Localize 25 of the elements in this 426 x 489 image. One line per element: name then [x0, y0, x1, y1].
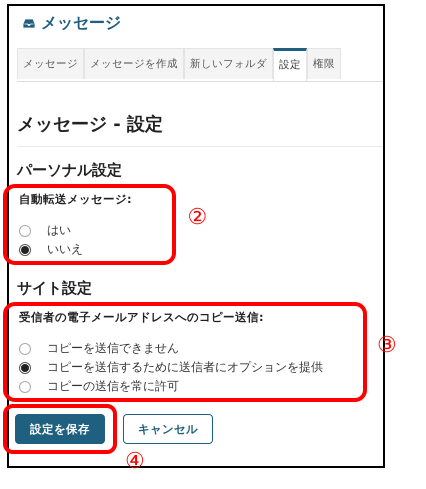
tab[interactable]: メッセージ [17, 48, 84, 79]
tab[interactable]: 設定 [273, 48, 307, 81]
inbox-icon [23, 18, 35, 28]
option-label: コピーの送信を常に許可 [47, 378, 179, 395]
field-label: 自動転送メッセージ: [19, 192, 132, 207]
tab[interactable]: 新しいフォルダ [184, 48, 273, 79]
tab[interactable]: メッセージを作成 [84, 48, 184, 79]
tab[interactable]: 権限 [307, 48, 341, 79]
radio-button[interactable] [19, 362, 31, 374]
page-heading: メッセージ - 設定 [17, 112, 383, 147]
option-label: いいえ [47, 241, 83, 258]
callout-number: ② [188, 204, 208, 230]
radio-button[interactable] [19, 342, 31, 354]
section-heading: サイト設定 [17, 279, 93, 298]
save-button[interactable]: 設定を保存 [15, 414, 105, 444]
radio-button[interactable] [19, 244, 31, 256]
radio-button[interactable] [19, 380, 31, 392]
app-title: メッセージ [41, 12, 121, 34]
option-label: コピーを送信するために送信者にオプションを提供 [47, 359, 323, 376]
section-heading: パーソナル設定 [17, 161, 123, 180]
field-label: 受信者の電子メールアドレスへのコピー送信: [19, 310, 265, 325]
cancel-button[interactable]: キャンセル [123, 414, 213, 444]
option-label: はい [47, 222, 71, 239]
option-label: コピーを送信できません [47, 340, 179, 357]
radio-button[interactable] [19, 224, 31, 236]
